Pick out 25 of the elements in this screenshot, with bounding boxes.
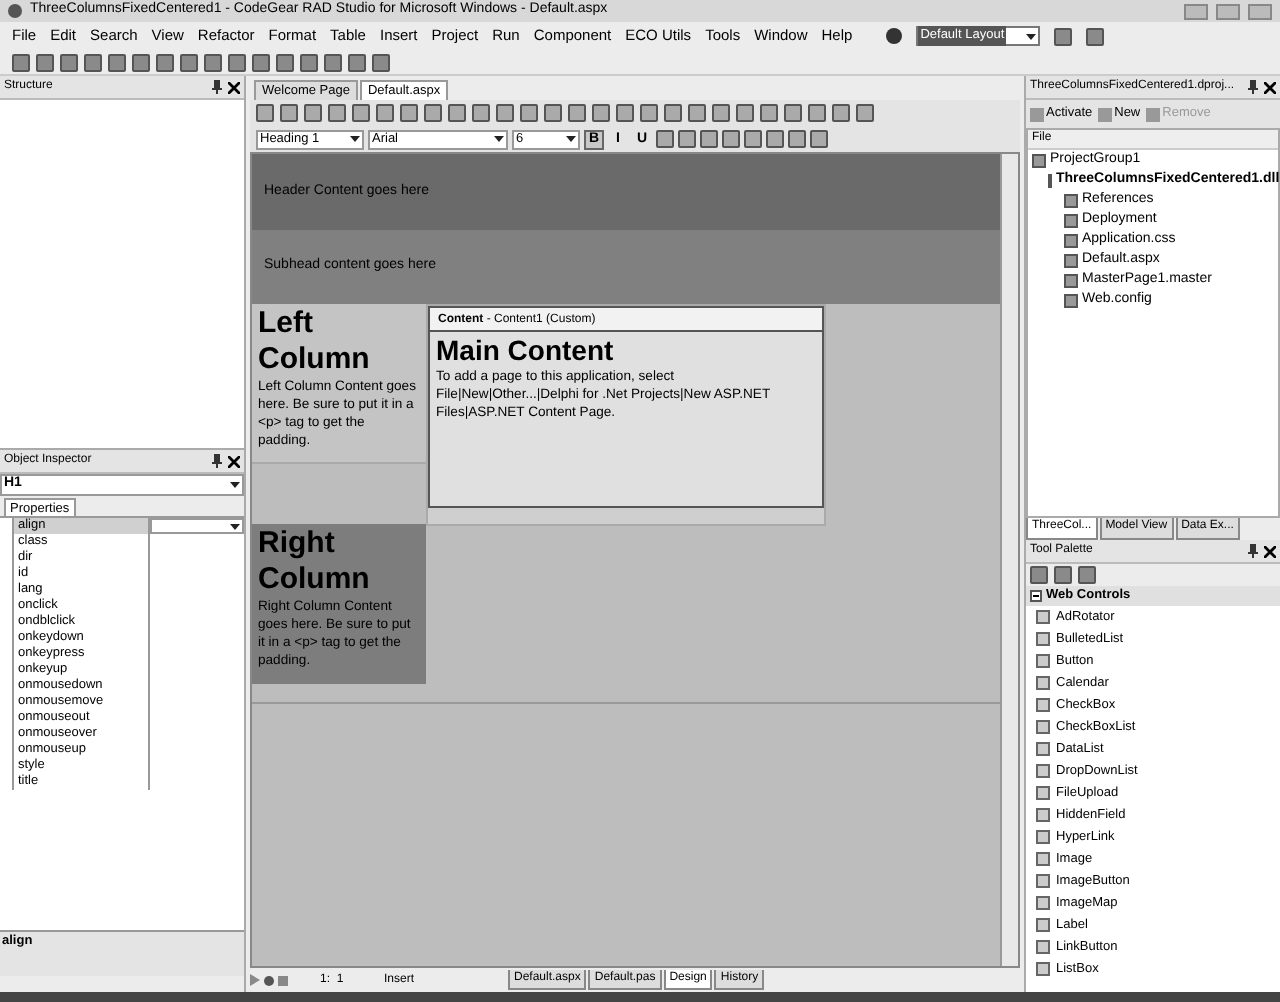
left-column-heading: Left Column	[258, 306, 372, 378]
maximize-icon[interactable]	[1216, 3, 1240, 19]
run-icon[interactable]	[250, 974, 260, 986]
close-icon[interactable]	[1264, 81, 1276, 93]
right-column-heading: Right Column	[258, 526, 372, 598]
caret-icon[interactable]	[566, 136, 576, 142]
pin-icon[interactable]	[212, 80, 222, 94]
close-icon[interactable]	[228, 455, 240, 467]
caret-icon[interactable]	[230, 482, 240, 488]
close-icon[interactable]	[1264, 545, 1276, 557]
app-icon	[8, 4, 22, 18]
stop-icon[interactable]	[278, 975, 288, 985]
pin-icon[interactable]	[1248, 544, 1258, 558]
pin-icon[interactable]	[1248, 80, 1258, 94]
pin-icon[interactable]	[212, 454, 222, 468]
caret-icon[interactable]	[350, 136, 360, 142]
caret-icon[interactable]	[494, 136, 504, 142]
collapse-icon[interactable]	[1030, 590, 1042, 602]
record-icon[interactable]	[264, 975, 274, 985]
caret-icon[interactable]	[1026, 33, 1037, 39]
minimize-icon[interactable]	[1184, 3, 1208, 19]
layout-icon	[886, 28, 903, 44]
main-content-heading: Main Content	[434, 332, 616, 368]
caret-icon[interactable]	[230, 523, 240, 529]
close-icon[interactable]	[228, 81, 240, 93]
